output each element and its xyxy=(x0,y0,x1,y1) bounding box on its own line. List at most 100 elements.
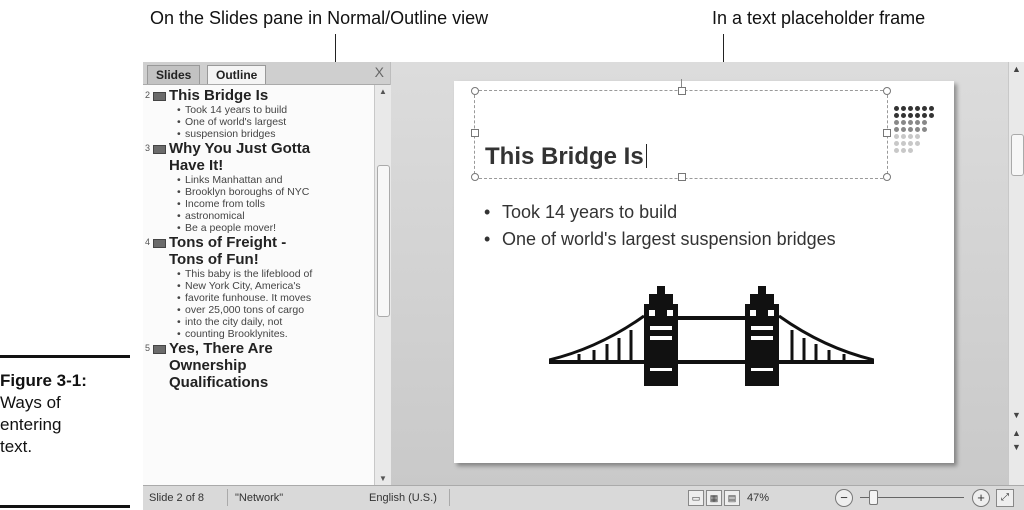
zoom-slider-thumb[interactable] xyxy=(869,490,878,505)
outline-slide[interactable]: 2 This Bridge Is Took 14 years to build … xyxy=(145,87,374,140)
divider xyxy=(449,489,450,506)
scroll-up-icon[interactable]: ▲ xyxy=(379,87,387,96)
zoom-in-icon[interactable]: + xyxy=(972,489,990,507)
outline-content[interactable]: 2 This Bridge Is Took 14 years to build … xyxy=(143,85,374,485)
slide-number: 5 xyxy=(145,343,151,353)
slide-scrollbar[interactable]: ▲ ▼ ▲ ▼ xyxy=(1008,62,1024,485)
outline-bullet-continuation[interactable]: astronomical xyxy=(177,210,374,222)
slides-outline-pane: Slides Outline X 2 This Bridge Is Took 1… xyxy=(143,62,391,485)
resize-handle[interactable] xyxy=(883,129,891,137)
theme-dot xyxy=(922,113,927,118)
theme-dot xyxy=(901,134,906,139)
outline-slide-title-cont[interactable]: Qualifications xyxy=(169,374,374,391)
zoom-level[interactable]: 47% xyxy=(747,492,769,504)
caption-label: Figure 3-1: xyxy=(0,371,87,390)
theme-dot xyxy=(908,113,913,118)
outline-bullet[interactable]: Income from tolls xyxy=(177,198,374,210)
bridge-clipart[interactable] xyxy=(549,286,874,396)
theme-dot xyxy=(901,106,906,111)
theme-dot xyxy=(894,120,899,125)
outline-slide-title-cont[interactable]: Tons of Fun! xyxy=(169,251,374,268)
scrollbar-thumb[interactable] xyxy=(1011,134,1024,176)
previous-slide-icon[interactable]: ▲ xyxy=(1012,428,1021,438)
slide-title[interactable]: This Bridge Is xyxy=(485,143,647,171)
resize-handle[interactable] xyxy=(678,173,686,181)
caption-line: entering xyxy=(0,415,62,434)
resize-handle[interactable] xyxy=(883,173,891,181)
outline-bullet-continuation[interactable]: into the city daily, not xyxy=(177,316,374,328)
normal-view-icon[interactable]: ▭ xyxy=(688,490,704,506)
theme-dot xyxy=(922,120,927,125)
theme-dot xyxy=(915,113,920,118)
scroll-up-icon[interactable]: ▲ xyxy=(1012,64,1021,74)
outline-slide-title[interactable]: This Bridge Is xyxy=(169,87,374,104)
pane-tabs: Slides Outline X xyxy=(143,62,390,85)
outline-slide-title[interactable]: Why You Just Gotta xyxy=(169,140,374,157)
outline-bullet-continuation[interactable]: New York City, America's xyxy=(177,280,374,292)
outline-bullet[interactable]: This baby is the lifeblood of xyxy=(177,268,374,280)
resize-handle[interactable] xyxy=(471,129,479,137)
outline-slide[interactable]: 5 Yes, There Are Ownership Qualification… xyxy=(145,340,374,391)
outline-bullet-continuation[interactable]: over 25,000 tons of cargo xyxy=(177,304,374,316)
slide-number: 2 xyxy=(145,90,151,100)
scroll-down-icon[interactable]: ▼ xyxy=(379,474,387,483)
tab-outline[interactable]: Outline xyxy=(207,65,267,84)
theme-dot xyxy=(894,134,899,139)
language-indicator[interactable]: English (U.S.) xyxy=(369,492,437,504)
slide-icon xyxy=(153,145,166,154)
slideshow-view-icon[interactable]: ▤ xyxy=(724,490,740,506)
outline-slide-title[interactable]: Tons of Freight - xyxy=(169,234,374,251)
caption-line: Ways of xyxy=(0,393,61,412)
outline-slide-title[interactable]: Yes, There Are xyxy=(169,340,374,357)
resize-handle[interactable] xyxy=(883,87,891,95)
theme-dot xyxy=(908,106,913,111)
slide-number: 4 xyxy=(145,237,151,247)
resize-handle[interactable] xyxy=(471,87,479,95)
outline-bullet-continuation[interactable]: counting Brooklynites. xyxy=(177,328,374,340)
tab-slides[interactable]: Slides xyxy=(147,65,201,84)
theme-dot xyxy=(901,148,906,153)
theme-dot xyxy=(894,113,899,118)
close-icon[interactable]: X xyxy=(375,64,384,80)
theme-dot xyxy=(901,120,906,125)
outline-bullet[interactable]: One of world's largest xyxy=(177,116,374,128)
slide-bullet[interactable]: One of world's largest suspension bridge… xyxy=(482,226,836,253)
zoom-out-icon[interactable]: − xyxy=(835,489,853,507)
slide-number: 3 xyxy=(145,143,151,153)
outline-slide[interactable]: 3 Why You Just Gotta Have It! Links Manh… xyxy=(145,140,374,234)
theme-dot xyxy=(915,127,920,132)
caption-line: text. xyxy=(0,437,33,456)
slide-canvas[interactable]: This Bridge Is Took 14 years to build On… xyxy=(454,79,954,463)
resize-handle[interactable] xyxy=(678,87,686,95)
theme-dot xyxy=(908,141,913,146)
outline-bullet[interactable]: Links Manhattan and xyxy=(177,174,374,186)
text-cursor xyxy=(645,144,647,168)
outline-slide[interactable]: 4 Tons of Freight - Tons of Fun! This ba… xyxy=(145,234,374,340)
theme-dot xyxy=(908,127,913,132)
slide-sorter-view-icon[interactable]: ▦ xyxy=(706,490,722,506)
outline-bullet-continuation[interactable]: favorite funhouse. It moves xyxy=(177,292,374,304)
slide-bullet[interactable]: Took 14 years to build xyxy=(482,199,836,226)
slide-bullets[interactable]: Took 14 years to build One of world's la… xyxy=(482,199,836,253)
theme-dot xyxy=(922,127,927,132)
scrollbar-thumb[interactable] xyxy=(377,165,390,317)
scroll-down-icon[interactable]: ▼ xyxy=(1012,410,1021,420)
theme-dot xyxy=(894,127,899,132)
resize-handle[interactable] xyxy=(471,173,479,181)
theme-dot xyxy=(901,127,906,132)
theme-dot xyxy=(915,106,920,111)
fit-to-window-icon[interactable]: ⤢ xyxy=(996,489,1014,507)
outline-bullet-continuation[interactable]: Brooklyn boroughs of NYC xyxy=(177,186,374,198)
theme-name: "Network" xyxy=(235,492,284,504)
slide-title-text[interactable]: This Bridge Is xyxy=(485,143,644,170)
outline-bullet-continuation[interactable]: suspension bridges xyxy=(177,128,374,140)
outline-slide-title-cont[interactable]: Ownership xyxy=(169,357,374,374)
theme-dot xyxy=(894,148,899,153)
figure-caption: Figure 3-1: Ways of entering text. xyxy=(0,370,130,458)
next-slide-icon[interactable]: ▼ xyxy=(1012,442,1021,452)
outline-bullet[interactable]: Be a people mover! xyxy=(177,222,374,234)
outline-scrollbar[interactable]: ▲ ▼ xyxy=(374,85,391,485)
outline-slide-title-cont[interactable]: Have It! xyxy=(169,157,374,174)
theme-dot xyxy=(908,134,913,139)
outline-bullet[interactable]: Took 14 years to build xyxy=(177,104,374,116)
